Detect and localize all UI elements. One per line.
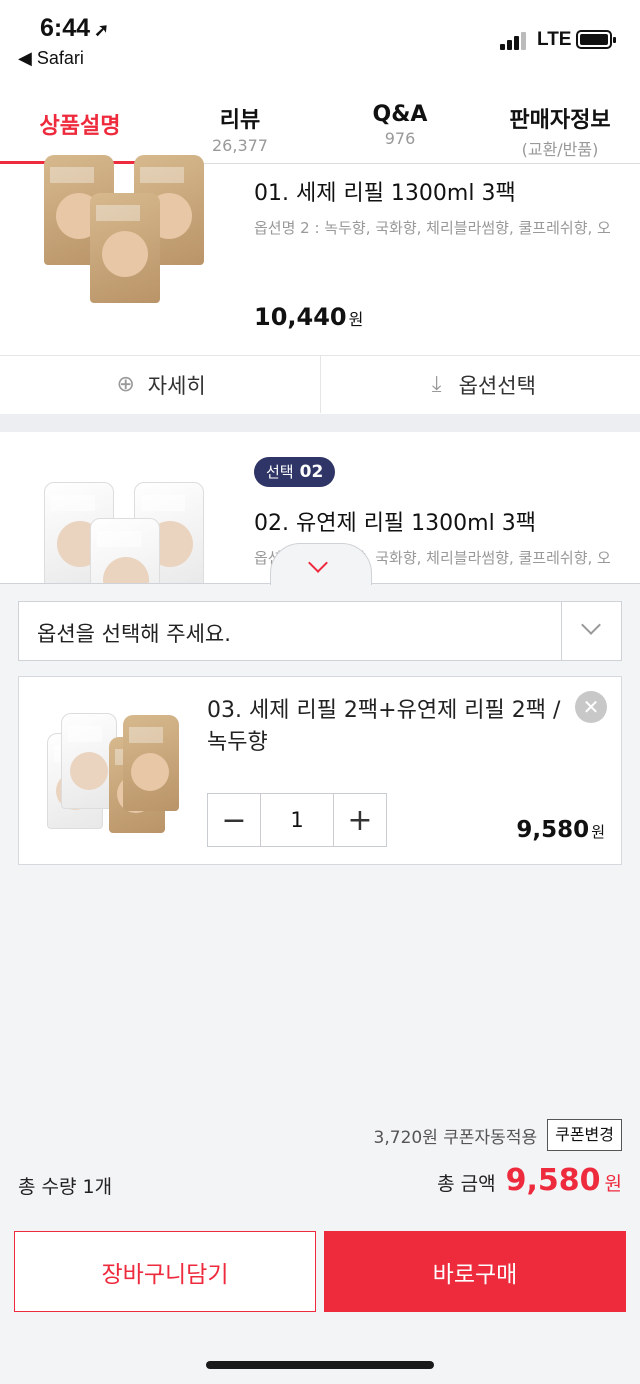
change-coupon-button[interactable]: 쿠폰변경 <box>547 1119 622 1151</box>
total-amount: 9,580 <box>505 1163 601 1198</box>
product-title[interactable]: 01. 세제 리필 1300ml 3팩 <box>254 175 516 207</box>
increase-button[interactable]: + <box>334 794 386 846</box>
battery-icon <box>576 30 616 49</box>
add-to-cart-button[interactable]: 장바구니담기 <box>14 1231 316 1312</box>
back-to-safari-link[interactable]: ◀ Safari <box>18 48 84 69</box>
item-price: 9,580 원 <box>516 817 605 843</box>
status-bar: 6:44 ➚ ◀ Safari LTE <box>0 0 640 78</box>
total-price: 총 금액 9,580 원 <box>437 1163 622 1198</box>
chevron-down-icon <box>581 615 601 635</box>
quantity-stepper: − 1 + <box>207 793 387 847</box>
item-image <box>47 701 187 841</box>
chevron-down-icon <box>308 553 328 573</box>
product-price: 10,440 원 <box>254 303 364 331</box>
total-label: 총 금액 <box>437 1173 496 1195</box>
quantity-value[interactable]: 1 <box>260 794 334 846</box>
home-indicator[interactable] <box>206 1361 434 1369</box>
coupon-row: 3,720원 쿠폰자동적용 쿠폰변경 <box>374 1119 622 1151</box>
total-quantity: 총 수량 1개 <box>18 1176 113 1198</box>
signal-icon <box>500 30 532 50</box>
tab-qna[interactable]: Q&A 976 <box>320 92 480 163</box>
product-image <box>44 482 214 584</box>
select-option-button[interactable]: ⤓ 옵션선택 <box>319 356 640 413</box>
buy-now-button[interactable]: 바로구매 <box>324 1231 626 1312</box>
option-select-placeholder: 옵션을 선택해 주세요. <box>37 622 231 646</box>
product-actions: ⊕ 자세히 ⤓ 옵션선택 <box>0 355 640 413</box>
network-label: LTE <box>537 29 572 50</box>
product-image <box>44 155 214 305</box>
status-time: 6:44 ➚ <box>40 14 110 42</box>
coupon-text: 3,720원 쿠폰자동적용 <box>373 1127 538 1148</box>
total-currency: 원 <box>604 1173 622 1195</box>
zoom-in-icon: ⊕ <box>116 371 135 397</box>
location-icon: ➚ <box>94 20 110 40</box>
selected-badge: 선택 02 <box>254 457 336 487</box>
product-tabs: 상품설명 리뷰 26,377 Q&A 976 판매자정보 (교환/반품) <box>0 92 640 164</box>
option-select[interactable]: 옵션을 선택해 주세요. <box>18 601 622 661</box>
detail-button[interactable]: ⊕ 자세히 <box>0 356 320 413</box>
option-select-toggle[interactable] <box>561 602 621 660</box>
tab-reviews[interactable]: 리뷰 26,377 <box>160 92 320 163</box>
tab-seller-info[interactable]: 판매자정보 (교환/반품) <box>480 92 640 163</box>
close-icon: ✕ <box>582 695 600 719</box>
product-title[interactable]: 02. 유연제 리필 1300ml 3팩 <box>254 505 536 537</box>
section-divider <box>0 414 640 432</box>
product-options: 옵션명 2 : 녹두향, 국화향, 체리블라썸향, 쿨프레쉬향, 오 <box>254 219 611 237</box>
tab-description[interactable]: 상품설명 <box>0 92 160 164</box>
sheet-collapse-handle[interactable] <box>270 543 372 585</box>
item-title: 03. 세제 리필 2팩+유연제 리필 2팩 / 녹두향 <box>207 698 561 755</box>
selected-option-item: 03. 세제 리필 2팩+유연제 리필 2팩 / 녹두향 ✕ − 1 + 9,5… <box>18 676 622 865</box>
product-card-1: 01. 세제 리필 1300ml 3팩 옵션명 2 : 녹두향, 국화향, 체리… <box>0 155 640 413</box>
remove-item-button[interactable]: ✕ <box>575 691 607 723</box>
decrease-button[interactable]: − <box>208 794 260 846</box>
download-icon: ⤓ <box>431 371 442 397</box>
